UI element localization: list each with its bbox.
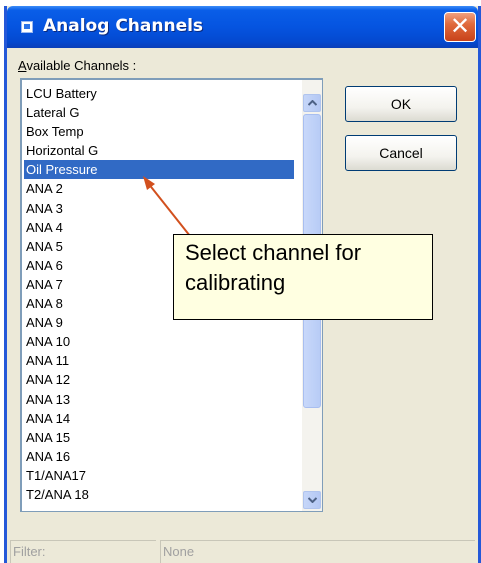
- available-channels-label-text: vailable Channels :: [26, 58, 137, 73]
- list-item[interactable]: ANA 10: [24, 332, 294, 351]
- list-item[interactable]: ANA 15: [24, 428, 294, 447]
- callout-line-1: Select channel for: [185, 240, 362, 265]
- list-item[interactable]: Oil Pressure: [24, 160, 294, 180]
- list-item[interactable]: ANA 13: [24, 390, 294, 409]
- ok-button[interactable]: OK: [345, 86, 457, 122]
- cancel-button[interactable]: Cancel: [345, 135, 457, 171]
- list-item[interactable]: Horizontal G: [24, 141, 294, 160]
- chevron-up-icon: [308, 100, 317, 106]
- scroll-down-button[interactable]: [303, 491, 321, 509]
- callout-line-2: calibrating: [185, 270, 286, 295]
- available-channels-label: Available Channels :: [18, 58, 136, 73]
- filter-label: Filter:: [10, 540, 156, 563]
- status-bar: Filter: None: [10, 540, 475, 563]
- title-bar[interactable]: Analog Channels ✕: [7, 6, 478, 48]
- list-item[interactable]: ANA 16: [24, 447, 294, 466]
- callout-note: Select channel for calibrating: [173, 234, 433, 320]
- window-icon: [21, 21, 33, 33]
- chevron-down-icon: [308, 497, 317, 503]
- filter-value: None: [160, 540, 475, 563]
- list-item[interactable]: T2/ANA 18: [24, 485, 294, 504]
- scroll-up-button[interactable]: [303, 94, 321, 112]
- window-title: Analog Channels: [43, 16, 204, 36]
- list-item[interactable]: Lateral G: [24, 103, 294, 122]
- list-item[interactable]: ANA 12: [24, 370, 294, 389]
- list-item[interactable]: Box Temp: [24, 122, 294, 141]
- list-item[interactable]: T1/ANA17: [24, 466, 294, 485]
- list-item[interactable]: ANA 14: [24, 409, 294, 428]
- list-item[interactable]: LCU Battery: [24, 84, 294, 103]
- list-item[interactable]: ANA 3: [24, 199, 294, 218]
- list-item[interactable]: ANA 11: [24, 351, 294, 370]
- close-button[interactable]: ✕: [444, 12, 476, 42]
- list-item[interactable]: ANA 2: [24, 179, 294, 198]
